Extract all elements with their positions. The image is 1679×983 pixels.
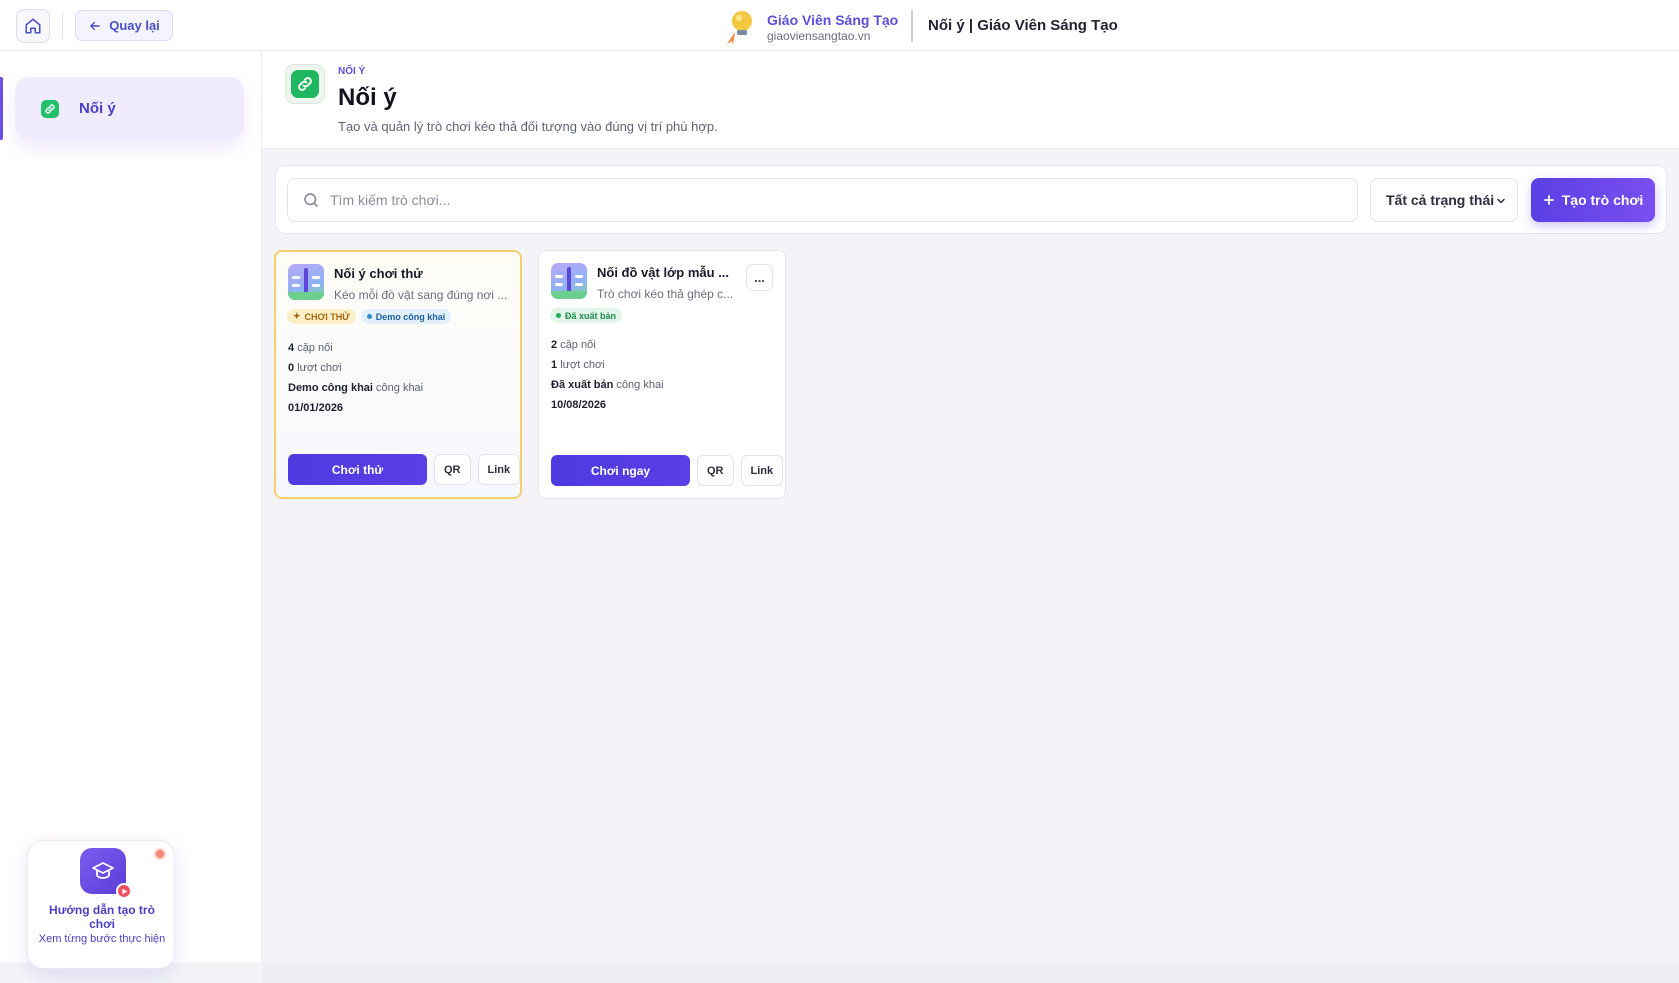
- home-icon: [25, 18, 41, 34]
- footer-strip: [262, 962, 1679, 983]
- search-icon: [304, 193, 318, 207]
- top-bar: Quay lại Giáo Viên Sáng Tạo giaoviensang…: [0, 0, 1679, 51]
- back-button[interactable]: Quay lại: [75, 10, 173, 41]
- search-input[interactable]: [330, 192, 1230, 208]
- graduation-cap-icon: [80, 848, 132, 899]
- game-stats: 4 cặp nối 0 lượt chơi Demo công khai côn…: [288, 338, 423, 418]
- page-title: Nối ý: [338, 84, 397, 111]
- notification-dot: [154, 848, 166, 860]
- game-date: 10/08/2026: [551, 399, 607, 411]
- help-title: Hướng dẫn tạo trò chơi: [49, 903, 155, 931]
- game-thumbnail-icon: [288, 264, 324, 300]
- status-dot-icon: [366, 314, 372, 319]
- search-box[interactable]: [287, 178, 1358, 222]
- status-dot-icon: [556, 313, 561, 318]
- brand[interactable]: Giáo Viên Sáng Tạo giaoviensangtao.vn: [723, 8, 898, 46]
- status-badge: Demo công khai: [360, 309, 452, 324]
- game-date: 01/01/2026: [288, 402, 344, 414]
- help-widget[interactable]: Hướng dẫn tạo trò chơi Xem từng bước thự…: [27, 840, 175, 969]
- status-filter-value: Tất cả trạng thái: [1386, 192, 1495, 208]
- play-icon: [116, 883, 132, 899]
- page-description: Tạo và quản lý trò chơi kéo thả đối tượn…: [338, 119, 718, 134]
- qr-button[interactable]: QR: [434, 454, 471, 485]
- page-heading: Nối ý | Giáo Viên Sáng Tạo: [928, 17, 1118, 34]
- trial-badge: ✦ CHƠI THỬ: [287, 309, 356, 324]
- game-subtitle: Trò chơi kéo thả ghép c...: [597, 287, 734, 301]
- sidebar-item-noi-y[interactable]: Nối ý: [15, 77, 244, 140]
- page-header: NỐI Ý Nối ý Tạo và quản lý trò chơi kéo …: [262, 51, 1679, 149]
- game-title: Nối ý chơi thử: [334, 266, 423, 281]
- play-trial-button[interactable]: Chơi thử: [288, 454, 427, 485]
- chevron-down-icon: [1497, 198, 1505, 204]
- active-indicator: [0, 77, 3, 140]
- brand-name: Giáo Viên Sáng Tạo: [767, 11, 899, 28]
- back-label: Quay lại: [109, 18, 160, 33]
- sparkle-icon: ✦: [293, 311, 301, 321]
- create-game-label: Tạo trò chơi: [1561, 192, 1644, 208]
- game-thumbnail-icon: [551, 263, 587, 299]
- sidebar-item-label: Nối ý: [79, 100, 116, 117]
- brand-url: giaoviensangtao.vn: [767, 28, 871, 43]
- divider: [911, 10, 913, 42]
- create-game-button[interactable]: Tạo trò chơi: [1531, 178, 1655, 222]
- status-filter-select[interactable]: Tất cả trạng thái: [1370, 178, 1518, 222]
- link-icon: [41, 99, 59, 118]
- filter-toolbar: Tất cả trạng thái Tạo trò chơi: [275, 165, 1667, 234]
- help-subtitle: Xem từng bước thực hiện: [38, 933, 166, 945]
- more-options-button[interactable]: ...: [746, 264, 773, 291]
- status-badge: Đã xuất bản: [550, 308, 623, 323]
- play-now-button[interactable]: Chơi ngay: [551, 455, 690, 486]
- link-button[interactable]: Link: [477, 454, 521, 485]
- game-card[interactable]: Nối ý chơi thử Kéo mỗi đồ vật sang đúng …: [274, 250, 522, 499]
- link-icon: [285, 64, 325, 104]
- arrow-left-icon: [90, 21, 100, 30]
- home-button[interactable]: [16, 9, 50, 43]
- qr-button[interactable]: QR: [697, 455, 734, 486]
- sidebar: Nối ý: [0, 51, 262, 962]
- divider: [62, 13, 63, 39]
- game-title: Nối đồ vật lớp mẫu ...: [597, 265, 730, 280]
- plus-icon: [1543, 195, 1554, 205]
- game-card[interactable]: Nối đồ vật lớp mẫu ... Trò chơi kéo thả …: [538, 250, 786, 499]
- lightbulb-logo-icon: [723, 8, 757, 46]
- game-subtitle: Kéo mỗi đồ vật sang đúng nơi ...: [334, 288, 508, 302]
- game-stats: 2 cặp nối 1 lượt chơi Đã xuất bản công k…: [551, 335, 664, 415]
- link-button[interactable]: Link: [740, 455, 784, 486]
- page-eyebrow: NỐI Ý: [338, 66, 366, 77]
